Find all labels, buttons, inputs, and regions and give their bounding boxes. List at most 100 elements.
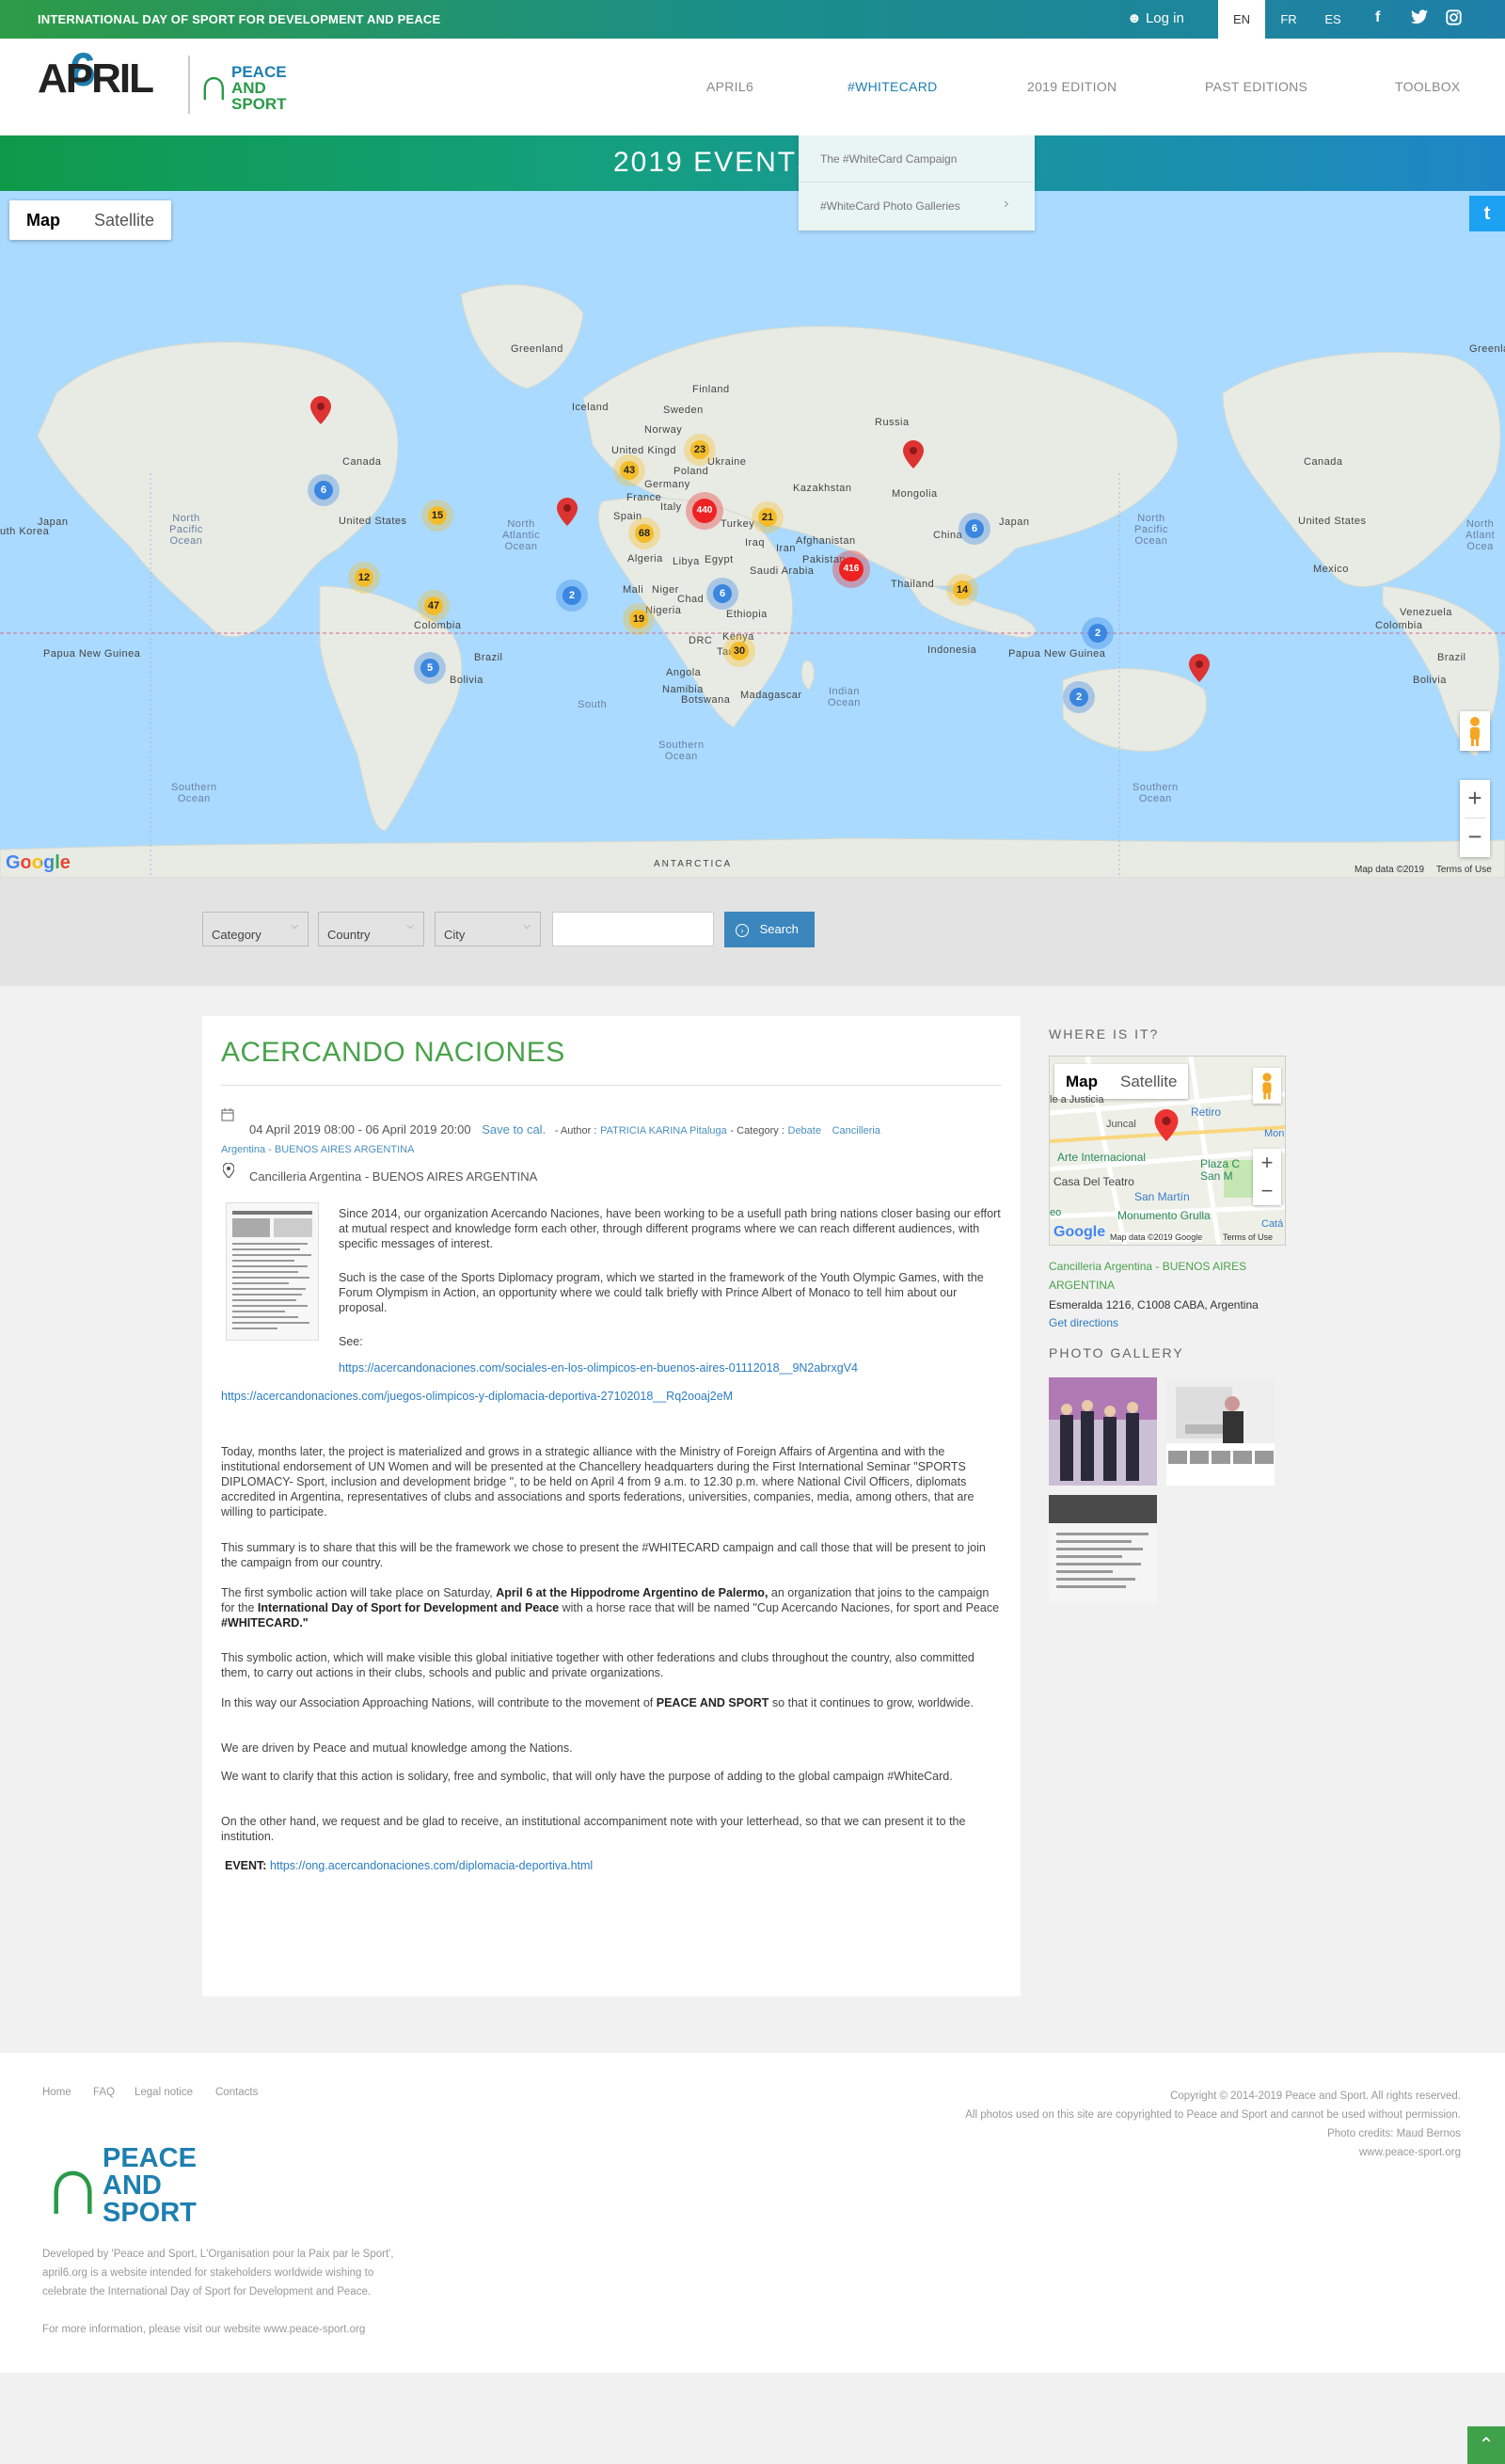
zoom-in-button[interactable]: + (1460, 780, 1490, 818)
map-marker-pin-icon[interactable] (557, 498, 578, 526)
scroll-to-top-button[interactable]: ⌃ (1467, 2426, 1505, 2464)
nav-whitecard[interactable]: #WHITECARD (848, 79, 938, 94)
instagram-icon[interactable] (1446, 9, 1462, 30)
reference-link-2[interactable]: https://acercandonaciones.com/juegos-oli… (221, 1389, 733, 1404)
event-website-link[interactable]: https://ong.acercandonaciones.com/diplom… (270, 1859, 593, 1872)
gallery-photo-1[interactable] (1049, 1377, 1157, 1486)
place-link-2[interactable]: Argentina - BUENOS AIRES ARGENTINA (221, 1144, 414, 1155)
event-cluster-marker[interactable]: 6 (958, 513, 990, 545)
nav-toolbox[interactable]: TOOLBOX (1395, 79, 1461, 94)
event-cluster-marker[interactable]: 19 (623, 603, 655, 635)
country-select[interactable]: Country ⌵ (318, 912, 424, 946)
event-paragraph-10: On the other hand, we request and be gla… (221, 1815, 966, 1843)
event-cluster-marker[interactable]: 5 (414, 652, 446, 684)
login-link[interactable]: ☻ Log in (1127, 10, 1184, 26)
location-marker-pin-icon[interactable] (1154, 1109, 1179, 1141)
lang-es[interactable]: ES (1309, 0, 1356, 39)
event-cluster-count: 68 (635, 524, 654, 543)
location-zoom-out-button[interactable]: − (1253, 1177, 1281, 1205)
city-select[interactable]: City ⌵ (435, 912, 541, 946)
location-zoom-in-button[interactable]: + (1253, 1149, 1281, 1177)
nav-2019-edition[interactable]: 2019 EDITION (1027, 79, 1117, 94)
location-map-label-monumento: Monumento Grulla (1117, 1209, 1211, 1222)
event-paragraph-4: This summary is to share that this will … (221, 1541, 986, 1569)
search-input[interactable] (552, 912, 714, 946)
event-cluster-marker[interactable]: 43 (613, 454, 645, 486)
footer-site-link[interactable]: www.peace-sport.org (941, 2147, 1461, 2158)
event-cluster-marker[interactable]: 2 (1063, 681, 1095, 713)
events-map[interactable]: Map Satellite t Greenland Greenlan Icela… (0, 191, 1505, 878)
event-cluster-count: 6 (314, 481, 333, 500)
author-link[interactable]: PATRICIA KARINA Pitaluga (600, 1125, 727, 1137)
twitter-share-icon[interactable]: t (1469, 196, 1505, 231)
location-map-terms[interactable]: Terms of Use (1223, 1232, 1273, 1242)
event-cluster-marker[interactable]: 440 (686, 492, 723, 530)
map-marker-pin-icon[interactable] (903, 440, 924, 469)
dropdown-photo-galleries[interactable]: #WhiteCard Photo Galleries (820, 199, 960, 213)
event-cluster-marker[interactable]: 416 (832, 550, 870, 588)
location-map-label-san-martin: San Martín (1134, 1190, 1190, 1203)
event-cluster-marker[interactable]: 47 (418, 590, 450, 622)
event-cluster-marker[interactable]: 12 (348, 562, 380, 594)
map-marker-pin-icon[interactable] (1189, 654, 1210, 682)
event-cluster-marker[interactable]: 6 (308, 474, 340, 506)
facebook-icon[interactable]: f (1375, 9, 1380, 26)
save-to-calendar-link[interactable]: Save to cal. (482, 1122, 546, 1137)
gallery-photo-3[interactable] (1049, 1495, 1157, 1603)
event-cluster-marker[interactable]: 68 (628, 517, 660, 549)
map-terms-link[interactable]: Terms of Use (1436, 865, 1492, 875)
map-label-russia: Russia (875, 417, 910, 428)
event-cluster-marker[interactable]: 2 (556, 580, 588, 612)
event-cluster-marker[interactable]: 23 (684, 434, 716, 466)
location-pegman-icon[interactable] (1253, 1068, 1281, 1104)
event-cluster-marker[interactable]: 14 (946, 574, 978, 606)
map-type-satellite[interactable]: Satellite (77, 200, 171, 240)
event-cluster-count: 19 (629, 610, 648, 628)
event-cluster-marker[interactable]: 30 (723, 635, 755, 667)
map-ocean-southern-3: Southern Ocean (1133, 782, 1179, 804)
footer-link-legal[interactable]: Legal notice (135, 2087, 193, 2098)
event-cluster-marker[interactable]: 21 (752, 501, 784, 533)
place-link-1[interactable]: Cancilleria (832, 1125, 880, 1137)
location-map[interactable]: Map Satellite tiro le a Justicia Retiro … (1049, 1056, 1286, 1246)
filter-bar: Category ⌵ Country ⌵ City ⌵ › Search (0, 878, 1505, 986)
logo-divider (188, 56, 190, 114)
map-marker-pin-icon[interactable] (310, 396, 331, 424)
footer-link-contacts[interactable]: Contacts (215, 2087, 258, 2098)
event-cluster-count: 23 (690, 440, 709, 459)
map-label-norway: Norway (644, 424, 683, 436)
location-map-label-retiro: Retiro (1191, 1105, 1222, 1119)
map-label-japan: Japan (999, 517, 1030, 528)
sidebar-place-link[interactable]: Cancilleria Argentina - BUENOS AIRES ARG… (1049, 1257, 1293, 1295)
footer-link-home[interactable]: Home (42, 2087, 71, 2098)
lang-fr[interactable]: FR (1265, 0, 1312, 39)
twitter-icon[interactable] (1411, 9, 1428, 29)
dropdown-whitecard-campaign[interactable]: The #WhiteCard Campaign (820, 152, 957, 166)
map-type-map[interactable]: Map (9, 200, 77, 240)
event-cluster-marker[interactable]: 15 (421, 500, 453, 532)
street-view-pegman-icon[interactable] (1460, 711, 1490, 751)
event-cluster-marker[interactable]: 6 (706, 578, 738, 610)
nav-april6[interactable]: APRIL6 (706, 79, 753, 94)
lang-en[interactable]: EN (1218, 0, 1265, 39)
get-directions-link[interactable]: Get directions (1049, 1316, 1118, 1329)
reference-link-1[interactable]: https://acercandonaciones.com/sociales-e… (339, 1360, 858, 1375)
footer-photos-notice: All photos used on this site are copyrig… (965, 2109, 1461, 2121)
footer-link-faq[interactable]: FAQ (93, 2087, 115, 2098)
event-cluster-count: 2 (1069, 688, 1088, 707)
footer-intended-for: april6.org is a website intended for sta… (42, 2267, 374, 2279)
footer-developed-by: Developed by 'Peace and Sport, L'Organis… (42, 2249, 394, 2260)
peace-sport-logo[interactable]: ∩ PEACE AND SPORT (198, 59, 292, 114)
event-cluster-marker[interactable]: 2 (1082, 617, 1114, 649)
map-label-indonesia: Indonesia (927, 644, 977, 656)
location-map-type-satellite[interactable]: Satellite (1109, 1064, 1188, 1099)
nav-past-editions[interactable]: PAST EDITIONS (1205, 79, 1307, 94)
zoom-out-button[interactable]: − (1460, 819, 1490, 856)
category-link[interactable]: Debate (788, 1125, 821, 1137)
map-label-colombia: Colombia (414, 620, 462, 631)
event-document-thumbnail[interactable] (226, 1202, 319, 1341)
category-select[interactable]: Category ⌵ (202, 912, 309, 946)
search-button[interactable]: › Search (724, 912, 815, 947)
event-paragraph-8: We are driven by Peace and mutual knowle… (221, 1741, 573, 1755)
gallery-photo-2[interactable] (1166, 1377, 1275, 1486)
